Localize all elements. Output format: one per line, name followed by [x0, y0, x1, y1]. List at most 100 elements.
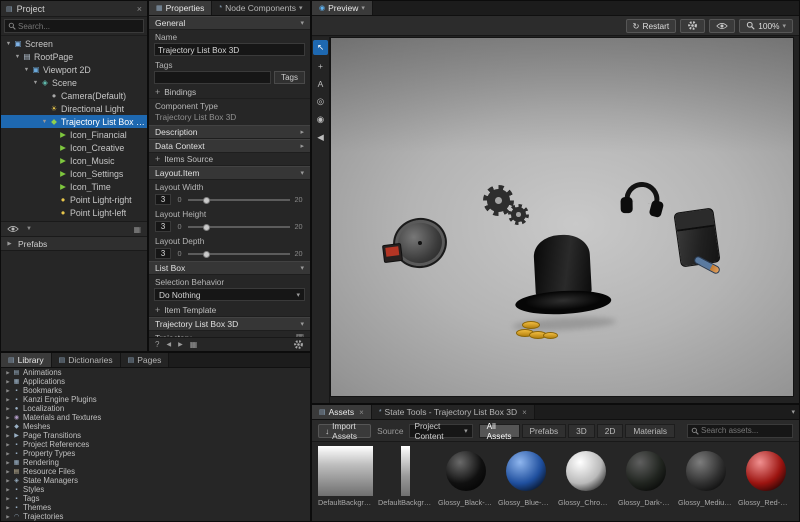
- expander-icon[interactable]: ▶: [4, 469, 12, 475]
- expander-icon[interactable]: ▼: [40, 119, 49, 125]
- expander-icon[interactable]: ▶: [4, 451, 12, 457]
- tree-item[interactable]: ▶ Icon_Financial: [1, 128, 147, 141]
- panel-menu-icon[interactable]: ▾: [791, 408, 795, 416]
- grid-icon[interactable]: ▦: [190, 340, 198, 349]
- library-tab[interactable]: ▤ Pages: [120, 353, 170, 367]
- tree-item[interactable]: ▼ ▣ Viewport 2D: [1, 63, 147, 76]
- expander-icon[interactable]: ▶: [4, 415, 12, 421]
- visibility-button[interactable]: [709, 18, 736, 33]
- tags-button[interactable]: Tags: [274, 71, 305, 84]
- tree-item[interactable]: ▶ Icon_Music: [1, 154, 147, 167]
- coins-object[interactable]: [516, 319, 564, 343]
- section-general[interactable]: General ▾: [149, 16, 310, 30]
- asset-tile[interactable]: Glossy_Black-ma...: [438, 446, 493, 507]
- library-item[interactable]: ▶ ▦ Applications: [1, 377, 310, 386]
- expander-icon[interactable]: ▶: [4, 496, 12, 502]
- project-search-input[interactable]: [18, 21, 143, 31]
- library-item[interactable]: ▶ ▦ Rendering: [1, 458, 310, 467]
- project-search-box[interactable]: [4, 19, 144, 33]
- tab-assets[interactable]: ▤ Assets ×: [312, 405, 372, 419]
- tree-item[interactable]: ▼ ▣ Screen: [1, 37, 147, 50]
- asset-tile[interactable]: Glossy_Red-mate...: [738, 446, 793, 507]
- preview-tool[interactable]: ◎: [313, 94, 328, 109]
- eye-icon[interactable]: [7, 225, 19, 233]
- preview-tool[interactable]: ↖: [313, 40, 328, 55]
- expander-icon[interactable]: ▶: [4, 514, 12, 520]
- library-item[interactable]: ▶ ▪ Project References: [1, 440, 310, 449]
- slider-track[interactable]: [188, 195, 290, 205]
- expander-icon[interactable]: ▼: [4, 41, 13, 47]
- slider-thumb[interactable]: [203, 250, 211, 258]
- preview-tool[interactable]: ◀: [313, 130, 328, 145]
- tree-item[interactable]: ▶ Icon_Creative: [1, 141, 147, 154]
- library-item[interactable]: ▶ ● Localization: [1, 404, 310, 413]
- preview-tool[interactable]: ◉: [313, 112, 328, 127]
- bindings-row[interactable]: + Bindings: [149, 86, 310, 99]
- library-tab[interactable]: ▤ Library: [1, 353, 52, 367]
- name-field[interactable]: [154, 43, 305, 56]
- tree-item[interactable]: ▶ Icon_Settings: [1, 167, 147, 180]
- top-hat-object[interactable]: [512, 231, 613, 326]
- nav-back-icon[interactable]: ◀: [166, 341, 171, 348]
- expander-icon[interactable]: ▼: [31, 80, 40, 86]
- library-item[interactable]: ▶ ▪ Styles: [1, 485, 310, 494]
- asset-tile[interactable]: Glossy_Chrome-...: [558, 446, 613, 507]
- expander-icon[interactable]: ▶: [4, 406, 12, 412]
- expander-icon[interactable]: ▼: [13, 54, 22, 60]
- tab-node-components[interactable]: * Node Components ▾: [212, 1, 310, 15]
- expander-icon[interactable]: ▶: [4, 379, 12, 385]
- expander-icon[interactable]: ▶: [4, 397, 12, 403]
- library-item[interactable]: ▶ ◆ Meshes: [1, 422, 310, 431]
- items-source-row[interactable]: + Items Source: [149, 153, 310, 166]
- slider-track[interactable]: [188, 249, 290, 259]
- slider-track[interactable]: [188, 222, 290, 232]
- restart-button[interactable]: ↻ Restart: [625, 18, 677, 33]
- chevron-down-icon[interactable]: ▾: [361, 4, 365, 12]
- asset-tile[interactable]: DefaultBackgrou...: [378, 446, 433, 507]
- nav-forward-icon[interactable]: ▶: [178, 341, 183, 348]
- close-icon[interactable]: ×: [137, 4, 142, 14]
- library-item[interactable]: ▶ ▪ Themes: [1, 503, 310, 512]
- section-trajectory-list-box[interactable]: Trajectory List Box 3D ▾: [149, 317, 310, 331]
- expander-icon[interactable]: ▶: [4, 370, 12, 376]
- prefabs-expander-icon[interactable]: ▶: [5, 241, 14, 247]
- library-item[interactable]: ▶ ◠ Trajectories: [1, 512, 310, 521]
- library-item[interactable]: ▶ ▪ Bookmarks: [1, 386, 310, 395]
- asset-tile[interactable]: Glossy_Medium-...: [678, 446, 733, 507]
- assets-search-input[interactable]: [701, 426, 792, 435]
- gear-object[interactable]: [508, 204, 529, 225]
- expander-icon[interactable]: ▶: [4, 388, 12, 394]
- expander-icon[interactable]: ▶: [4, 433, 12, 439]
- library-item[interactable]: ▶ ◉ Materials and Textures: [1, 413, 310, 422]
- section-data-context[interactable]: Data Context ▸: [149, 139, 310, 153]
- selection-behavior-dropdown[interactable]: Do Nothing ▾: [154, 288, 305, 301]
- import-assets-button[interactable]: ↓ Import Assets: [318, 421, 372, 441]
- slider-thumb[interactable]: [203, 196, 211, 204]
- preview-viewport[interactable]: [330, 37, 794, 397]
- tree-item[interactable]: ▶ Icon_Time: [1, 180, 147, 193]
- help-icon[interactable]: ?: [155, 340, 159, 349]
- tab-properties[interactable]: ▦ Properties: [149, 1, 213, 15]
- expander-icon[interactable]: ▶: [4, 478, 12, 484]
- expander-icon[interactable]: ▶: [4, 505, 12, 511]
- gear-icon[interactable]: [293, 339, 304, 350]
- expander-icon[interactable]: ▶: [4, 487, 12, 493]
- library-item[interactable]: ▶ ▪ Kanzi Engine Plugins: [1, 395, 310, 404]
- plus-icon[interactable]: +: [155, 305, 160, 315]
- filter-button[interactable]: All Assets: [478, 421, 520, 441]
- section-list-box[interactable]: List Box ▾: [149, 261, 310, 275]
- preview-tool[interactable]: A: [313, 76, 328, 91]
- expander-icon[interactable]: ▶: [4, 460, 12, 466]
- preview-tool[interactable]: +: [313, 58, 328, 73]
- library-item[interactable]: ▶ ▪ Tags: [1, 494, 310, 503]
- asset-tile[interactable]: Glossy_Blue-mat...: [498, 446, 553, 507]
- slider-thumb[interactable]: [203, 223, 211, 231]
- filter-button[interactable]: 2D: [596, 423, 624, 438]
- prefabs-section-header[interactable]: ▶ Prefabs: [1, 237, 147, 251]
- source-dropdown[interactable]: Project Content ▾: [409, 421, 473, 441]
- section-layout-item[interactable]: Layout.Item ▾: [149, 166, 310, 180]
- library-item[interactable]: ▶ ▶ Page Transitions: [1, 431, 310, 440]
- tags-field[interactable]: [154, 71, 272, 84]
- assets-search-box[interactable]: [687, 423, 793, 438]
- asset-tile[interactable]: DefaultBackgrou...: [318, 446, 373, 507]
